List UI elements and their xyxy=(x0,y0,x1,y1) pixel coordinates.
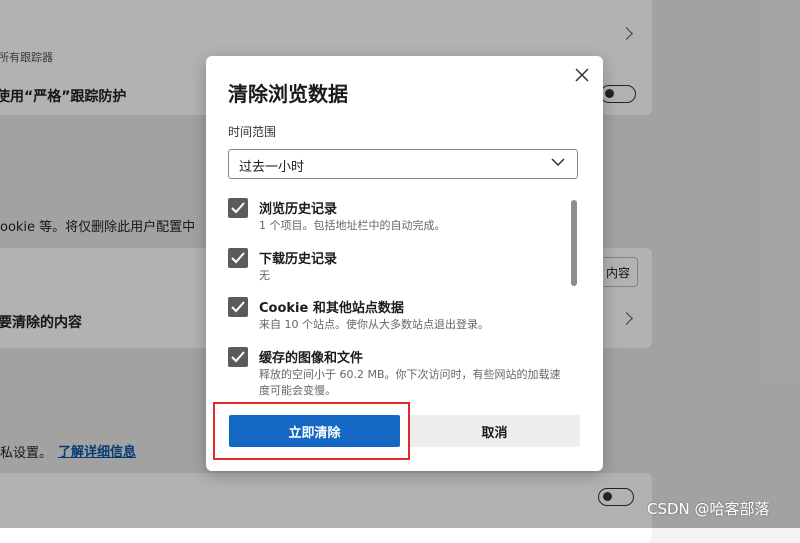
item-description: 来自 10 个站点。使你从大多数站点退出登录。 xyxy=(259,318,489,331)
checkbox-cookies[interactable] xyxy=(228,297,248,317)
item-title: 下载历史记录 xyxy=(259,252,338,267)
list-item[interactable]: 下载历史记录 无 xyxy=(228,244,568,290)
list-scrollbar[interactable] xyxy=(571,200,577,286)
checkbox-browsing-history[interactable] xyxy=(228,198,248,218)
annotation-highlight-box xyxy=(213,402,410,460)
time-range-value: 过去一小时 xyxy=(239,160,305,175)
list-item[interactable]: Cookie 和其他站点数据 来自 10 个站点。使你从大多数站点退出登录。 xyxy=(228,293,568,339)
time-range-label: 时间范围 xyxy=(228,125,277,139)
item-title: 浏览历史记录 xyxy=(259,202,338,217)
checkbox-download-history[interactable] xyxy=(228,248,248,268)
cancel-button[interactable]: 取消 xyxy=(409,415,580,447)
check-icon xyxy=(231,252,245,264)
item-description: 无 xyxy=(259,269,270,282)
dialog-title: 清除浏览数据 xyxy=(228,82,348,106)
time-range-select[interactable]: 过去一小时 xyxy=(228,149,578,179)
list-item[interactable]: 缓存的图像和文件 释放的空间小于 60.2 MB。你下次访问时，有些网站的加载速… xyxy=(228,343,568,400)
chevron-down-icon xyxy=(551,158,565,167)
list-item[interactable]: 浏览历史记录 1 个项目。包括地址栏中的自动完成。 xyxy=(228,194,568,240)
item-description: 1 个项目。包括地址栏中的自动完成。 xyxy=(259,219,446,232)
checkbox-cached-files[interactable] xyxy=(228,347,248,367)
watermark: CSDN @哈客部落 xyxy=(647,500,770,518)
data-type-list[interactable]: 浏览历史记录 1 个项目。包括地址栏中的自动完成。 下载历史记录 无 Cooki… xyxy=(228,194,578,400)
check-icon xyxy=(231,351,245,363)
item-title: 缓存的图像和文件 xyxy=(259,351,364,366)
check-icon xyxy=(231,202,245,214)
item-title: Cookie 和其他站点数据 xyxy=(259,301,404,316)
close-icon[interactable] xyxy=(573,66,591,84)
item-description: 释放的空间小于 60.2 MB。你下次访问时，有些网站的加载速度可能会变慢。 xyxy=(259,368,561,397)
check-icon xyxy=(231,301,245,313)
